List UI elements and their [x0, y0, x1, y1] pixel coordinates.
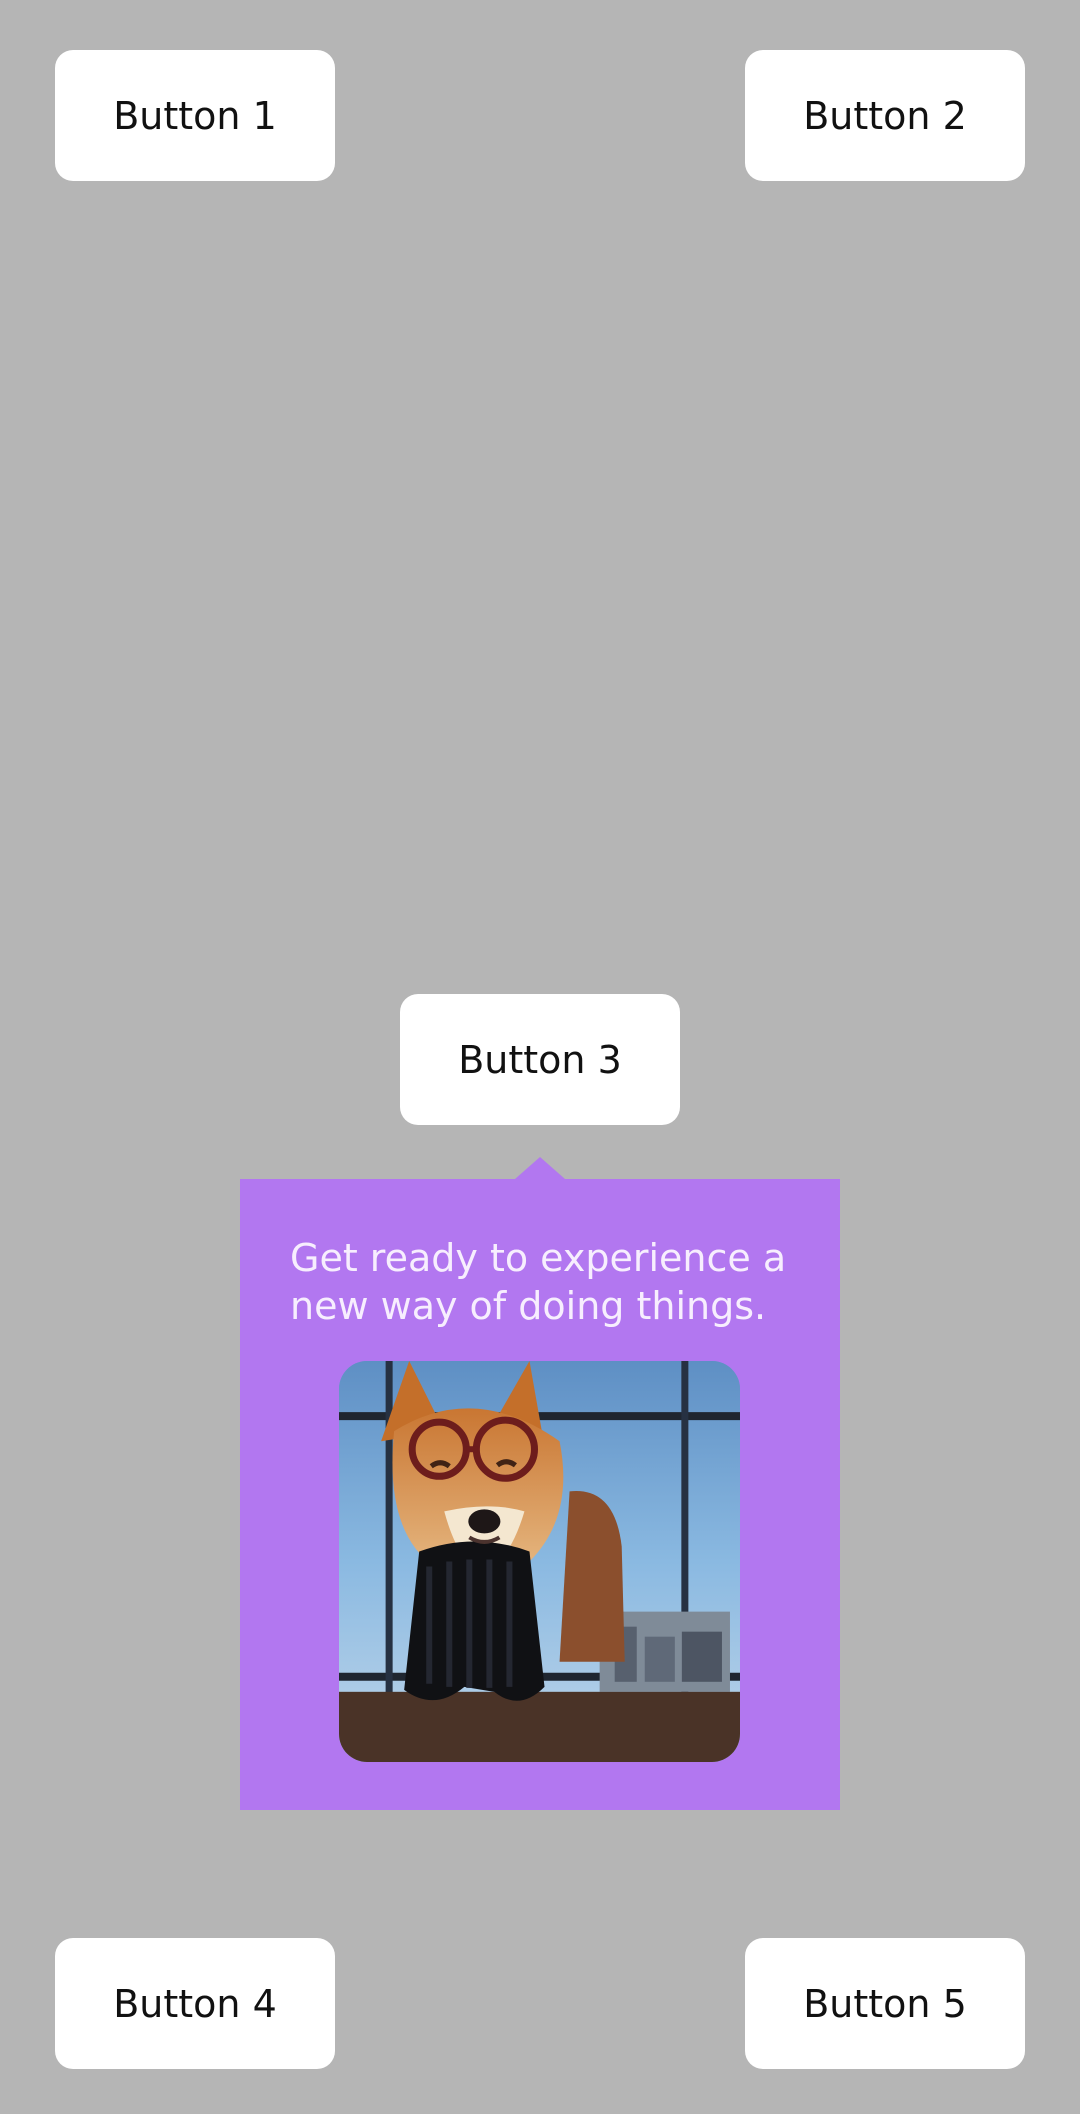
- tooltip-message-line-2: new way of doing things.: [290, 1284, 767, 1328]
- button-1-label: Button 1: [113, 93, 277, 138]
- button-1[interactable]: Button 1: [55, 50, 335, 181]
- tooltip-arrow: [515, 1157, 565, 1179]
- button-4-label: Button 4: [113, 1981, 277, 2026]
- tooltip: Get ready to experience a new way of doi…: [240, 1179, 840, 1810]
- dog-photo: [339, 1361, 740, 1762]
- button-3[interactable]: Button 3: [400, 994, 680, 1125]
- button-2[interactable]: Button 2: [745, 50, 1025, 181]
- button-2-label: Button 2: [803, 93, 967, 138]
- button-5-label: Button 5: [803, 1981, 967, 2026]
- button-3-label: Button 3: [458, 1037, 622, 1082]
- tooltip-message: Get ready to experience a new way of doi…: [290, 1234, 810, 1330]
- dog-with-glasses-icon: [339, 1361, 740, 1762]
- tooltip-message-line-1: Get ready to experience a: [290, 1236, 787, 1280]
- button-4[interactable]: Button 4: [55, 1938, 335, 2069]
- button-5[interactable]: Button 5: [745, 1938, 1025, 2069]
